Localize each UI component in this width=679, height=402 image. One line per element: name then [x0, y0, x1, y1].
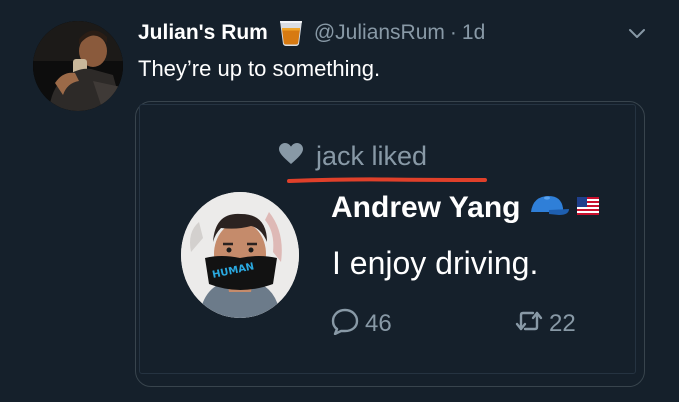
liked-by-text: jack liked: [316, 141, 428, 171]
screenshot-image: jack liked HUMAN Andrew Yang I enjoy dri…: [139, 104, 636, 374]
author-name-row: Andrew Yang: [331, 191, 599, 225]
retweet-icon: [514, 307, 544, 340]
display-name[interactable]: Julian's Rum: [138, 21, 268, 45]
embedded-image[interactable]: jack liked HUMAN Andrew Yang I enjoy dri…: [135, 101, 645, 387]
retweet-action: 22: [514, 307, 576, 340]
tweet-text: They’re up to something.: [138, 56, 381, 81]
us-flag-emoji: [569, 196, 599, 220]
user-handle[interactable]: @JuliansRum: [314, 21, 445, 45]
blue-cap-emoji: [521, 192, 569, 225]
author-name: Andrew Yang: [331, 191, 521, 224]
rum-glass-emoji: [276, 18, 306, 48]
tweet[interactable]: Julian's Rum @JuliansRum · 1d They’re up…: [0, 0, 679, 402]
author-avatar: HUMAN: [181, 192, 299, 318]
tweet-header: Julian's Rum @JuliansRum · 1d: [138, 18, 485, 48]
retweet-count: 22: [549, 309, 576, 337]
liked-row: jack liked: [278, 141, 427, 172]
separator: ·: [449, 21, 457, 44]
red-underline: [287, 177, 487, 183]
reply-action: 46: [330, 307, 392, 340]
heart-icon: [278, 142, 316, 171]
embedded-tweet-text: I enjoy driving.: [332, 245, 539, 281]
timestamp[interactable]: 1d: [462, 21, 485, 45]
user-avatar[interactable]: [33, 21, 123, 111]
chevron-down-icon[interactable]: [628, 24, 646, 42]
reply-count: 46: [365, 309, 392, 337]
reply-icon: [330, 307, 360, 340]
